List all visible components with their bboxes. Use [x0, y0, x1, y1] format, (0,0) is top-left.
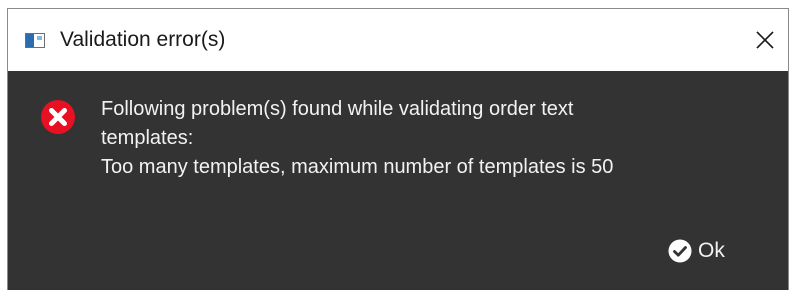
error-message: Following problem(s) found while validat… — [101, 95, 751, 182]
validation-error-dialog: Validation error(s) Following problem(s)… — [7, 8, 789, 290]
title-bar: Validation error(s) — [8, 9, 788, 71]
dialog-body: Following problem(s) found while validat… — [8, 71, 788, 290]
app-window-icon — [25, 33, 45, 48]
message-line-3: Too many templates, maximum number of te… — [101, 156, 614, 178]
ok-button-label: Ok — [698, 239, 725, 262]
error-icon — [41, 100, 75, 134]
ok-button[interactable]: Ok — [668, 235, 725, 267]
close-icon — [756, 31, 774, 49]
message-line-2: templates: — [101, 127, 194, 149]
dialog-title: Validation error(s) — [60, 28, 226, 51]
check-circle-icon — [668, 239, 692, 263]
close-button[interactable] — [742, 9, 788, 71]
message-line-1: Following problem(s) found while validat… — [101, 98, 574, 120]
